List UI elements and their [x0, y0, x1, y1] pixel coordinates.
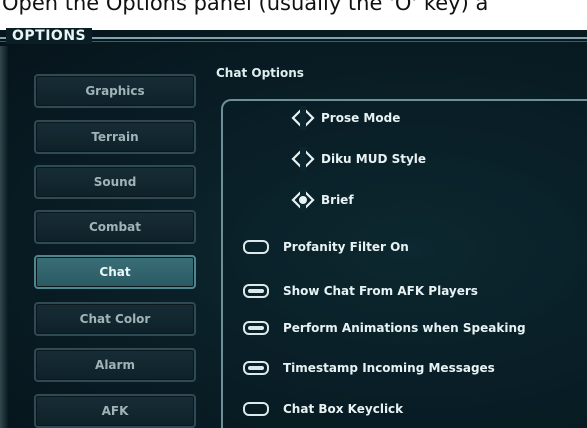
radio-empty-icon — [291, 106, 315, 130]
radio-label: Prose Mode — [321, 111, 401, 125]
options-panel: OPTIONS Graphics Terrain Sound Combat Ch… — [0, 28, 587, 428]
radio-selected-icon — [291, 188, 315, 212]
toggle-label: Show Chat From AFK Players — [283, 284, 478, 298]
sidebar-item-terrain[interactable]: Terrain — [34, 120, 196, 154]
sidebar-item-afk[interactable]: AFK — [34, 394, 196, 428]
sidebar-item-chat[interactable]: Chat — [34, 255, 196, 289]
toggle-label: Chat Box Keyclick — [283, 402, 404, 416]
toggle-on-icon — [243, 321, 269, 335]
toggle-off-icon — [243, 402, 269, 416]
radio-prose-mode[interactable]: Prose Mode — [291, 106, 400, 130]
toggle-label: Perform Animations when Speaking — [283, 321, 526, 335]
radio-diku-mud-style[interactable]: Diku MUD Style — [291, 147, 426, 171]
chat-options-heading: Chat Options — [216, 66, 304, 80]
toggle-label: Timestamp Incoming Messages — [283, 361, 495, 375]
toggle-timestamp-messages[interactable]: Timestamp Incoming Messages — [243, 361, 495, 375]
toggle-on-icon — [243, 361, 269, 375]
toggle-show-chat-afk[interactable]: Show Chat From AFK Players — [243, 284, 478, 298]
left-frame-rail — [0, 46, 8, 428]
sidebar-item-graphics[interactable]: Graphics — [34, 74, 196, 108]
sidebar-item-combat[interactable]: Combat — [34, 210, 196, 244]
caption-text: Open the Options panel (usually the 'O' … — [2, 0, 489, 15]
sidebar-item-alarm[interactable]: Alarm — [34, 348, 196, 382]
instruction-caption: Open the Options panel (usually the 'O' … — [0, 0, 587, 30]
radio-brief[interactable]: Brief — [291, 188, 354, 212]
radio-empty-icon — [291, 147, 315, 171]
panel-title: OPTIONS — [6, 28, 93, 44]
toggle-chat-box-keyclick[interactable]: Chat Box Keyclick — [243, 402, 403, 416]
toggle-off-icon — [243, 240, 269, 254]
radio-label: Brief — [321, 193, 354, 207]
sidebar-item-chat-color[interactable]: Chat Color — [34, 302, 196, 336]
radio-label: Diku MUD Style — [321, 152, 427, 166]
sidebar-item-sound[interactable]: Sound — [34, 165, 196, 199]
toggle-label: Profanity Filter On — [283, 240, 409, 254]
toggle-profanity-filter[interactable]: Profanity Filter On — [243, 240, 409, 254]
toggle-on-icon — [243, 284, 269, 298]
toggle-perform-animations[interactable]: Perform Animations when Speaking — [243, 321, 526, 335]
